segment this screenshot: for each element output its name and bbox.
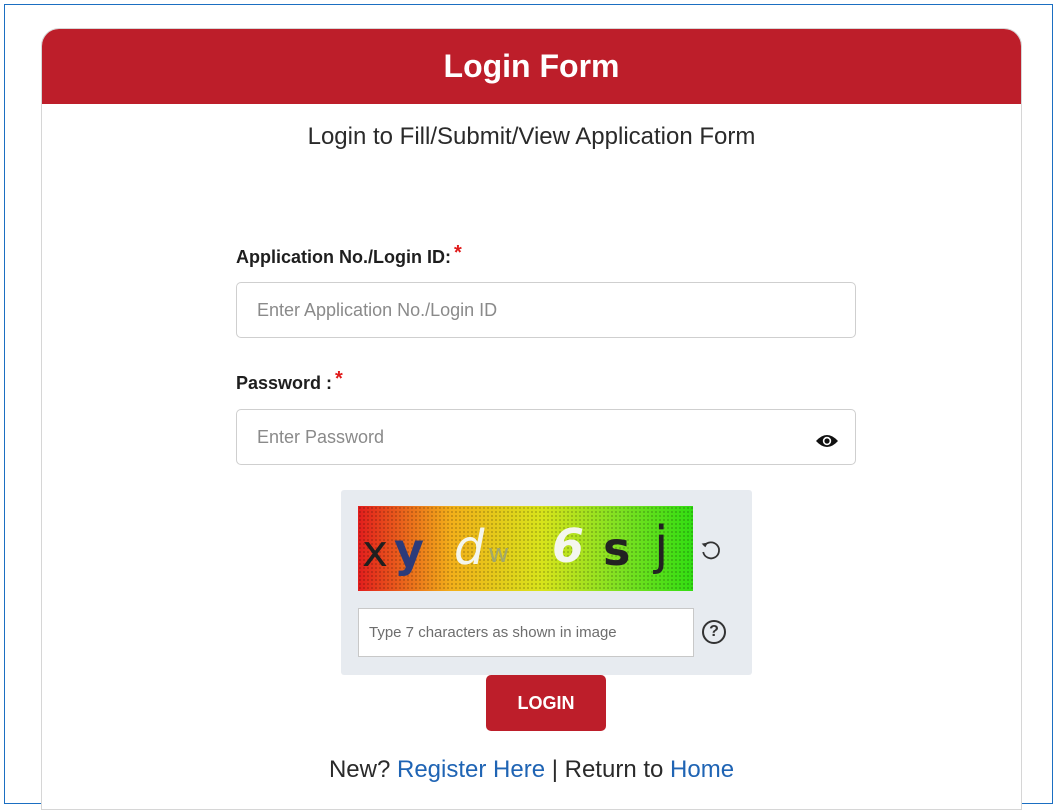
required-marker: *	[335, 368, 343, 390]
captcha-char: y	[394, 523, 424, 577]
required-marker: *	[453, 242, 462, 264]
login-button[interactable]: LOGIN	[486, 675, 606, 731]
login-id-input[interactable]	[236, 282, 856, 338]
card-header: Login Form	[42, 29, 1021, 104]
refresh-icon[interactable]	[699, 538, 723, 562]
captcha-char: s	[603, 522, 631, 576]
password-label: Password : *	[236, 368, 343, 395]
login-id-label: Application No./Login ID: *	[236, 242, 462, 269]
captcha-char: j	[654, 516, 669, 576]
new-text: New?	[328, 756, 391, 783]
captcha-input[interactable]	[358, 608, 694, 657]
return-text: Return to	[564, 756, 664, 783]
password-input[interactable]	[236, 409, 856, 465]
captcha-char: d	[454, 520, 485, 576]
help-icon[interactable]: ?	[702, 620, 726, 644]
page-title: Login Form	[443, 48, 620, 84]
footer-links: New? Register Here | Return to Home	[42, 756, 1021, 784]
register-link[interactable]: Register Here	[397, 756, 545, 783]
login-card: Login Form Login to Fill/Submit/View App…	[41, 28, 1022, 810]
captcha-char: w	[488, 539, 510, 569]
captcha-image: x y d w 6 s j	[358, 506, 693, 591]
captcha-char: x	[362, 526, 389, 577]
login-id-label-text: Application No./Login ID:	[236, 247, 451, 267]
password-label-text: Password :	[236, 373, 333, 393]
separator: |	[551, 756, 558, 783]
captcha-panel: x y d w 6 s j ?	[341, 490, 752, 675]
captcha-char: 6	[552, 519, 585, 573]
eye-icon[interactable]	[815, 433, 839, 449]
login-subtitle: Login to Fill/Submit/View Application Fo…	[307, 123, 756, 150]
home-link[interactable]: Home	[670, 756, 734, 783]
